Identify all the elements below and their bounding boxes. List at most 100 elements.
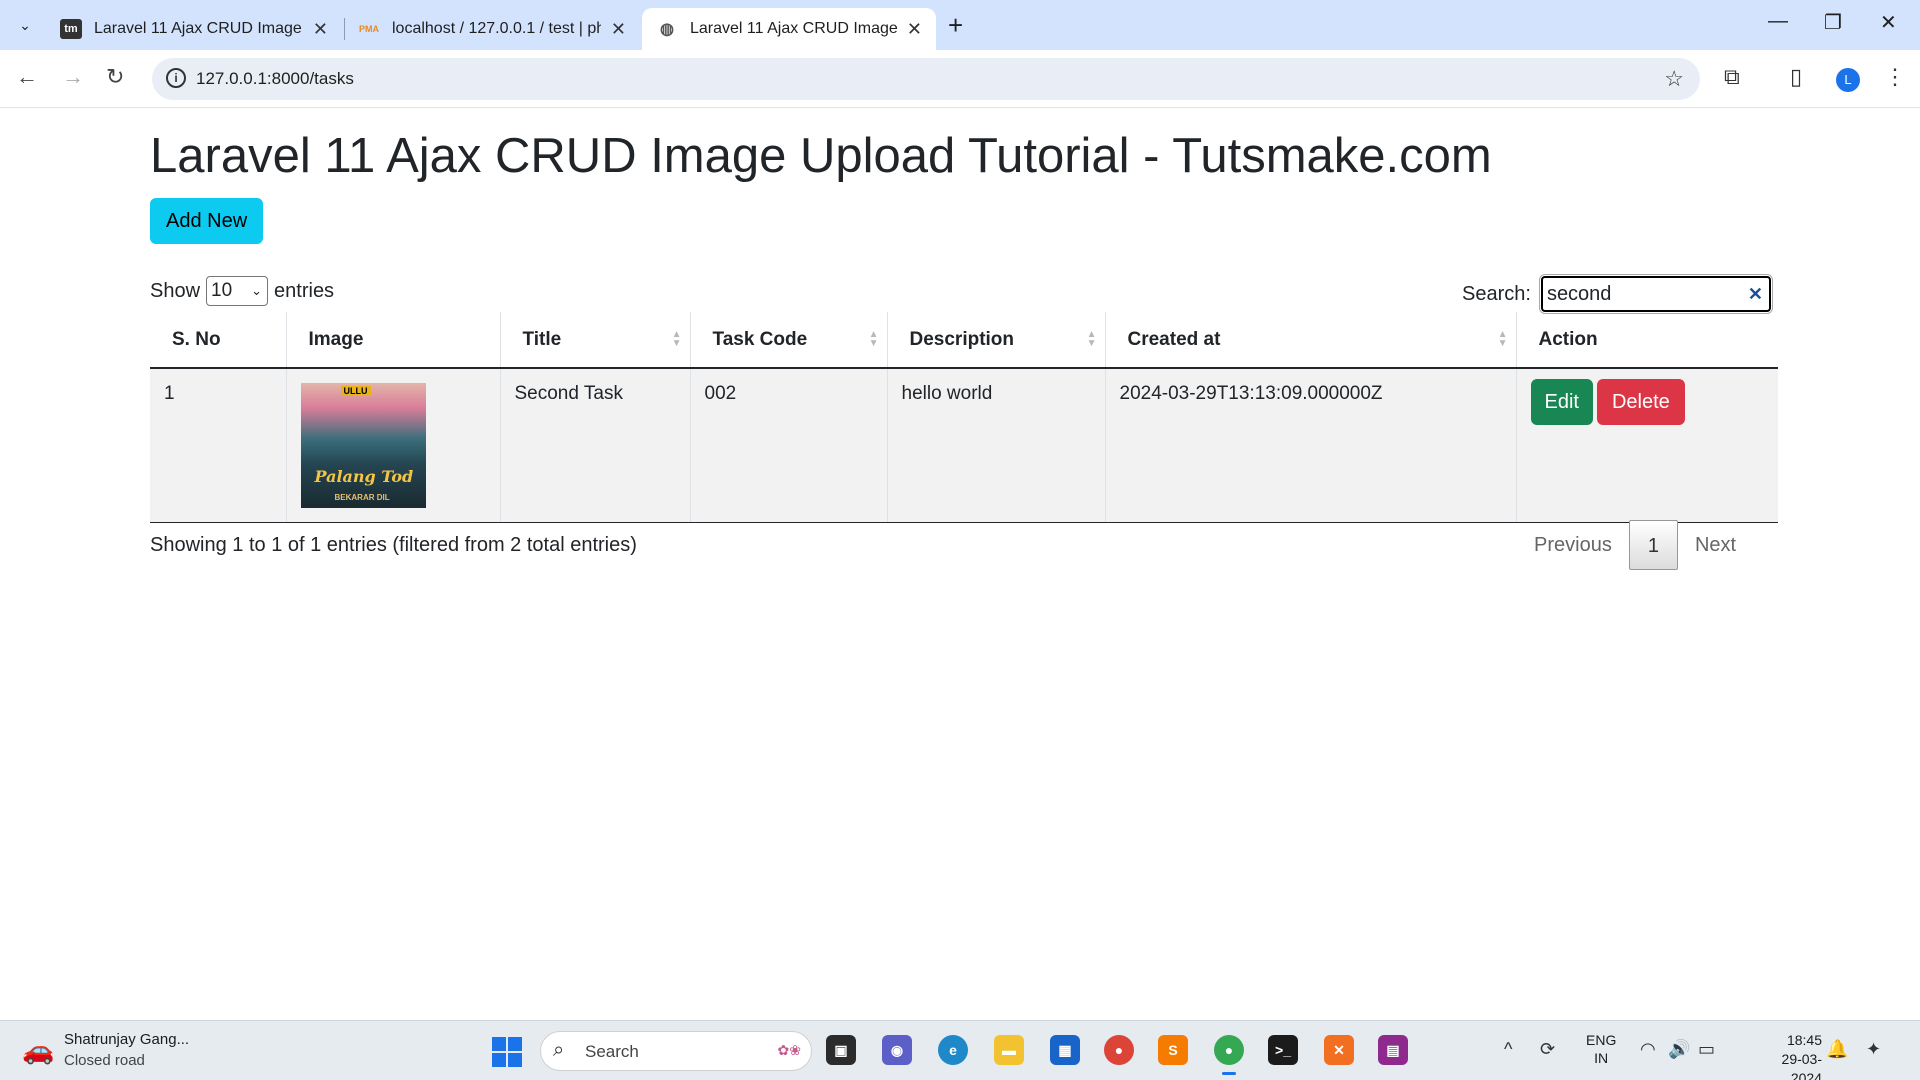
cell-task-code: 002 bbox=[690, 368, 888, 523]
tab-title: Laravel 11 Ajax CRUD Image Up bbox=[94, 20, 303, 37]
table-search: Search: second ✕ bbox=[1462, 274, 1773, 314]
notification-bell-icon[interactable]: 🔔 bbox=[1826, 1039, 1848, 1060]
menu-kebab-icon[interactable]: ⋮ bbox=[1884, 64, 1906, 90]
taskbar-search[interactable]: ⌕ Search ✿❀ bbox=[540, 1031, 812, 1071]
entries-select-value: 10 bbox=[211, 280, 233, 301]
teams-icon[interactable]: ▤ bbox=[1378, 1035, 1408, 1065]
sort-icon: ▲ ▼ bbox=[671, 329, 682, 349]
sublime-text-icon[interactable]: S bbox=[1158, 1035, 1188, 1065]
tab-search-chevron-icon[interactable]: ⌄ bbox=[12, 12, 38, 38]
thumbnail-logo-text: ULLU bbox=[340, 386, 371, 396]
site-info-icon[interactable]: i bbox=[166, 68, 186, 88]
sort-icon: ▲ ▼ bbox=[1497, 329, 1508, 349]
search-input-value: second bbox=[1546, 283, 1612, 305]
reload-icon[interactable]: ↻ bbox=[106, 64, 124, 90]
search-input[interactable]: second ✕ bbox=[1538, 274, 1773, 314]
tab-title: Laravel 11 Ajax CRUD Image Up bbox=[690, 20, 897, 37]
wifi-icon[interactable]: ◠ bbox=[1640, 1039, 1656, 1060]
table-info: Showing 1 to 1 of 1 entries (filtered fr… bbox=[150, 534, 637, 556]
show-hidden-icons-chevron[interactable]: ^ bbox=[1504, 1039, 1512, 1060]
chrome-active-icon[interactable]: ● bbox=[1214, 1035, 1244, 1075]
cell-created-at: 2024-03-29T13:13:09.000000Z bbox=[1105, 368, 1517, 523]
cell-sno: 1 bbox=[150, 368, 287, 523]
chrome-profile-b-icon[interactable]: ● bbox=[1104, 1035, 1134, 1065]
terminal-icon[interactable]: >_ bbox=[1268, 1035, 1298, 1065]
tasks-table: S. No Image Title ▲ ▼ Task Code ▲ ▼ Descript… bbox=[150, 312, 1778, 523]
forward-icon[interactable]: → bbox=[62, 64, 84, 90]
search-label: Search: bbox=[1462, 282, 1531, 305]
volume-icon[interactable]: 🔊 bbox=[1668, 1039, 1690, 1060]
column-header-sno[interactable]: S. No bbox=[150, 312, 287, 369]
entries-label: entries bbox=[274, 279, 335, 302]
tab-phpmyadmin[interactable]: PMA localhost / 127.0.0.1 / test | php ✕ bbox=[344, 8, 640, 50]
edge-icon[interactable]: e bbox=[938, 1035, 968, 1065]
close-tab-icon[interactable]: ✕ bbox=[907, 19, 922, 40]
address-toolbar: ← → ↻ i 127.0.0.1:8000/tasks ☆ ⧉ ▯ ⋮ bbox=[0, 50, 1920, 108]
sync-icon[interactable]: ⟳ bbox=[1540, 1039, 1555, 1060]
file-explorer-icon[interactable]: ▬ bbox=[994, 1035, 1024, 1065]
search-icon: ⌕ bbox=[553, 1039, 565, 1061]
sort-icon: ▲ ▼ bbox=[1086, 329, 1097, 349]
pagination-previous[interactable]: Previous bbox=[1517, 520, 1629, 570]
show-label: Show bbox=[150, 279, 201, 302]
cell-description: hello world bbox=[887, 368, 1106, 523]
column-header-title[interactable]: Title ▲ ▼ bbox=[500, 312, 691, 369]
task-image-thumbnail: ULLU Palang Tod BEKARAR DIL bbox=[300, 383, 426, 508]
windows-taskbar: 🚗 Shatrunjay Gang... Closed road ⌕ Searc… bbox=[0, 1020, 1920, 1080]
xampp-icon[interactable]: ✕ bbox=[1324, 1035, 1354, 1065]
traffic-alert-icon[interactable]: 🚗 bbox=[22, 1035, 54, 1066]
chevron-down-icon: ⌄ bbox=[251, 283, 263, 298]
bookmark-star-icon[interactable]: ☆ bbox=[1664, 66, 1684, 92]
column-header-description[interactable]: Description ▲ ▼ bbox=[887, 312, 1106, 369]
search-highlight-icon: ✿❀ bbox=[777, 1042, 801, 1058]
cell-action: Edit Delete bbox=[1516, 368, 1778, 523]
cell-title: Second Task bbox=[500, 368, 691, 523]
table-row: 1 ULLU Palang Tod BEKARAR DIL Second Tas… bbox=[150, 368, 1778, 523]
thumbnail-title-text: Palang Tod bbox=[314, 467, 414, 486]
restore-icon[interactable]: ❐ bbox=[1824, 10, 1842, 35]
table-header-row: S. No Image Title ▲ ▼ Task Code ▲ ▼ Descript… bbox=[150, 312, 1778, 369]
omnibox[interactable]: i 127.0.0.1:8000/tasks ☆ bbox=[152, 58, 1700, 100]
tab-laravel-1[interactable]: tm Laravel 11 Ajax CRUD Image Up ✕ bbox=[46, 8, 342, 50]
close-tab-icon[interactable]: ✕ bbox=[611, 19, 626, 40]
teams-meet-icon[interactable]: ◉ bbox=[882, 1035, 912, 1065]
edit-button[interactable]: Edit bbox=[1530, 379, 1593, 425]
copilot-icon[interactable]: ✦ bbox=[1866, 1039, 1881, 1060]
add-new-button[interactable]: Add New bbox=[150, 198, 264, 244]
url-text[interactable]: 127.0.0.1:8000/tasks bbox=[196, 69, 354, 89]
pagination-next[interactable]: Next bbox=[1678, 520, 1753, 570]
battery-icon[interactable]: ▭ bbox=[1698, 1039, 1715, 1060]
delete-button[interactable]: Delete bbox=[1596, 379, 1685, 425]
new-tab-icon[interactable]: + bbox=[948, 10, 963, 41]
entries-select[interactable]: 10 ⌄ bbox=[206, 276, 269, 306]
minimize-icon[interactable]: — bbox=[1768, 10, 1788, 33]
language-indicator[interactable]: ENG IN bbox=[1586, 1031, 1616, 1067]
globe-icon: ◍ bbox=[660, 21, 674, 38]
clear-search-icon[interactable]: ✕ bbox=[1748, 278, 1763, 310]
taskbar-search-label: Search bbox=[585, 1042, 639, 1061]
browser-tab-strip: ⌄ tm Laravel 11 Ajax CRUD Image Up ✕ PMA… bbox=[0, 0, 1920, 50]
pagination: Previous 1 Next bbox=[1517, 520, 1753, 570]
tab-title: localhost / 127.0.0.1 / test | php bbox=[392, 20, 601, 37]
tab-laravel-active[interactable]: ◍ Laravel 11 Ajax CRUD Image Up ✕ bbox=[642, 8, 936, 50]
news-widget-subtitle[interactable]: Closed road bbox=[64, 1052, 145, 1069]
thumbnail-sub-text: BEKARAR DIL bbox=[334, 493, 390, 502]
tutsmake-favicon-icon: tm bbox=[60, 19, 82, 39]
taskbar-clock[interactable]: 18:45 29-03-2024 bbox=[1752, 1031, 1822, 1080]
page-title: Laravel 11 Ajax CRUD Image Upload Tutori… bbox=[150, 129, 1492, 183]
close-tab-icon[interactable]: ✕ bbox=[313, 19, 328, 40]
close-window-icon[interactable]: ✕ bbox=[1880, 10, 1897, 35]
phpmyadmin-favicon-icon: PMA bbox=[359, 24, 379, 34]
windows-start-icon[interactable] bbox=[492, 1037, 522, 1067]
back-icon[interactable]: ← bbox=[16, 64, 38, 90]
profile-avatar[interactable]: L bbox=[1836, 68, 1860, 92]
column-header-task-code[interactable]: Task Code ▲ ▼ bbox=[690, 312, 888, 369]
microsoft-store-icon[interactable]: ▦ bbox=[1050, 1035, 1080, 1065]
task-view-icon[interactable]: ▣ bbox=[826, 1035, 856, 1065]
news-widget-title[interactable]: Shatrunjay Gang... bbox=[64, 1031, 189, 1048]
extensions-icon[interactable]: ⧉ bbox=[1724, 64, 1740, 90]
column-header-image: Image bbox=[286, 312, 501, 369]
pagination-page-1[interactable]: 1 bbox=[1628, 520, 1678, 570]
side-panel-icon[interactable]: ▯ bbox=[1790, 64, 1802, 90]
column-header-created-at[interactable]: Created at ▲ ▼ bbox=[1105, 312, 1517, 369]
